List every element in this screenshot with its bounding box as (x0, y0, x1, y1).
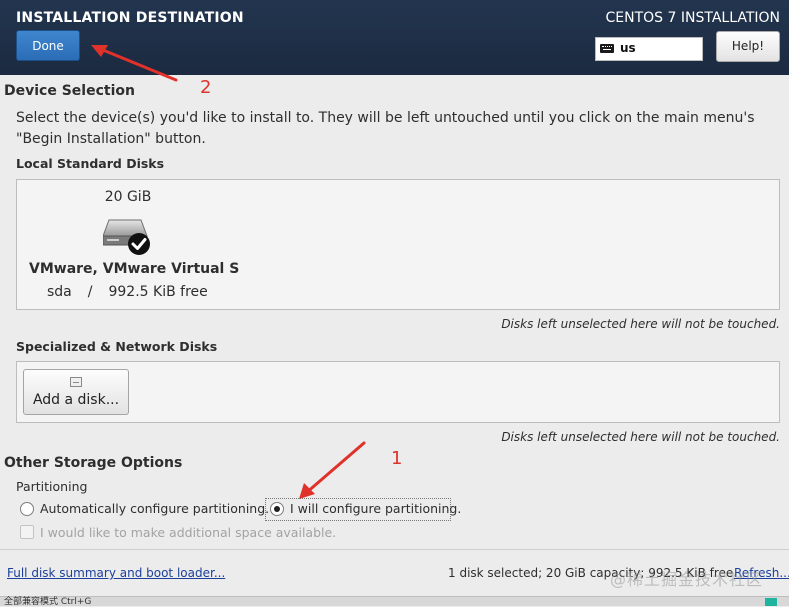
local-disks-note: Disks left unselected here will not be t… (501, 317, 780, 331)
auto-partitioning-label[interactable]: Automatically configure partitioning. (40, 501, 269, 516)
disk-device: sda (47, 284, 72, 300)
partitioning-heading: Partitioning (16, 479, 88, 494)
done-button[interactable]: Done (16, 30, 80, 61)
keyboard-layout-indicator[interactable]: us (595, 37, 703, 61)
network-disks-heading: Specialized & Network Disks (16, 339, 218, 354)
add-disk-icon (70, 377, 82, 387)
disk-tile-sda[interactable]: 20 GiB VMware, VMware Virtual S sda / 992.… (17, 180, 240, 310)
help-button[interactable]: Help! (716, 31, 780, 62)
manual-partitioning-radio[interactable] (270, 502, 284, 516)
disk-free-space: 992.5 KiB free (108, 284, 208, 300)
add-disk-label: Add a disk... (32, 392, 120, 408)
network-disks-panel: Add a disk... (16, 361, 780, 423)
add-disk-button[interactable]: Add a disk... (23, 369, 129, 415)
disk-separator: / (87, 284, 93, 300)
disk-size: 20 GiB (104, 189, 152, 205)
taskbar-label: 全部兼容模式 Ctrl+G (4, 597, 92, 607)
local-disks-panel: 20 GiB VMware, VMware Virtual S sda / 992.… (16, 179, 780, 310)
network-disks-note: Disks left unselected here will not be t… (501, 430, 780, 444)
auto-partitioning-radio[interactable] (20, 502, 34, 516)
arrow-to-manual-partitioning (299, 441, 366, 499)
annotation-step-1: 1 (391, 448, 403, 469)
keyboard-icon (600, 44, 614, 53)
page-title: INSTALLATION DESTINATION (16, 10, 244, 26)
product-title: CENTOS 7 INSTALLATION (605, 10, 780, 26)
taskbar: 全部兼容模式 Ctrl+G (0, 596, 789, 607)
disk-name: VMware, VMware Virtual S (29, 261, 240, 277)
hard-disk-icon (103, 219, 150, 255)
device-selection-intro: Select the device(s) you'd like to insta… (16, 110, 755, 147)
manual-partitioning-label[interactable]: I will configure partitioning. (290, 501, 461, 516)
annotation-step-2: 2 (200, 77, 212, 98)
disk-meta: sda / 992.5 KiB free (47, 284, 224, 300)
disk-summary-link[interactable]: Full disk summary and boot loader... (7, 566, 225, 580)
additional-space-label: I would like to make additional space av… (40, 525, 337, 540)
other-storage-heading: Other Storage Options (4, 455, 183, 471)
header-bar: INSTALLATION DESTINATION CENTOS 7 INSTAL… (0, 0, 789, 75)
watermark: @稀土掘金技术社区 (610, 570, 764, 589)
footer-divider (0, 549, 789, 550)
taskbar-app-icon[interactable] (765, 598, 777, 606)
additional-space-checkbox[interactable] (20, 525, 34, 539)
keyboard-layout-label: us (620, 41, 636, 55)
device-selection-heading: Device Selection (4, 83, 135, 99)
local-disks-heading: Local Standard Disks (16, 156, 165, 171)
